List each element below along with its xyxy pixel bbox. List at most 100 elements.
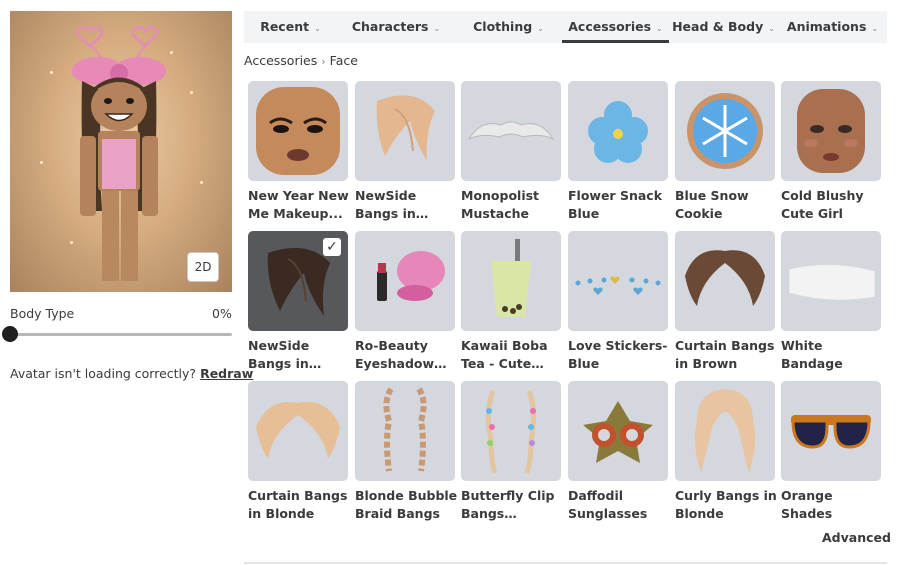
item-card[interactable]: Blonde Bubble Braid Bangs — [355, 381, 458, 526]
heart-stickers-icon — [575, 276, 661, 295]
tab-label: Animations — [786, 19, 867, 34]
item-thumbnail — [781, 231, 881, 331]
chevron-down-icon: ⌄ — [871, 24, 879, 33]
eyeshadow-icon — [377, 251, 445, 301]
tab-label: Clothing — [473, 19, 533, 34]
avatar-loading-message: Avatar isn't loading correctly? Redraw — [10, 366, 253, 381]
breadcrumb-current: Face — [329, 53, 358, 68]
view-2d-toggle-button[interactable]: 2D — [187, 252, 219, 282]
item-name: Curly Bangs in Blonde — [675, 488, 777, 521]
item-name: Curtain Bangs in Blonde — [248, 488, 348, 521]
tab-animations[interactable]: Animations ⌄ — [778, 11, 887, 43]
item-card[interactable]: Kawaii Boba Tea - Cute Green... — [461, 231, 562, 376]
item-thumbnail — [248, 381, 348, 481]
bandage-icon — [788, 264, 876, 301]
body-type-label: Body Type — [10, 306, 75, 321]
item-card[interactable]: Flower Snack Blue — [568, 81, 669, 226]
item-card[interactable]: Butterfly Clip Bangs [Blonde] — [461, 381, 562, 526]
item-thumbnail — [568, 231, 668, 331]
item-card[interactable]: NewSide Bangs in Blonde — [355, 81, 456, 226]
item-name: White Bandage — [781, 338, 843, 371]
item-name: Flower Snack Blue — [568, 188, 663, 221]
breadcrumb: Accessories › Face — [244, 53, 358, 68]
item-name: NewSide Bangs in Brown — [248, 338, 310, 371]
item-name: Monopolist Mustache — [461, 188, 540, 221]
item-thumbnail — [675, 81, 775, 181]
body-type-slider-thumb[interactable] — [2, 326, 18, 342]
item-card[interactable]: Love Stickers-Blue — [568, 231, 669, 376]
chevron-down-icon: ⌄ — [656, 24, 663, 33]
item-card[interactable]: New Year New Me Makeup... — [248, 81, 349, 226]
item-card[interactable]: White Bandage — [781, 231, 882, 376]
orange-shades-icon — [791, 415, 871, 449]
item-name: NewSide Bangs in Blonde — [355, 188, 417, 221]
checkmark-icon: ✓ — [323, 238, 341, 256]
item-name: Love Stickers-Blue — [568, 338, 668, 371]
chevron-down-icon: ⌄ — [537, 24, 544, 33]
item-thumbnail — [568, 381, 668, 481]
makeup-face-icon — [256, 87, 340, 175]
item-thumbnail — [675, 231, 775, 331]
curtain-bangs-blonde-icon — [256, 402, 340, 459]
item-card-selected[interactable]: ✓ NewSide Bangs in Brown — [248, 231, 349, 376]
item-name: Curtain Bangs in Brown — [675, 338, 775, 371]
item-thumbnail — [355, 81, 455, 181]
item-card[interactable]: Daffodil Sunglasses — [568, 381, 669, 526]
tab-label: Recent — [260, 19, 310, 34]
item-name: Blonde Bubble Braid Bangs — [355, 488, 458, 521]
butterfly-clip-icon — [485, 390, 537, 474]
item-card[interactable]: Orange Shades — [781, 381, 882, 526]
advanced-link[interactable]: Advanced — [822, 530, 891, 545]
item-thumbnail — [355, 231, 455, 331]
body-type-value: 0% — [212, 306, 232, 321]
item-name: Butterfly Clip Bangs [Blonde] — [461, 488, 555, 521]
tab-characters[interactable]: Characters ⌄ — [337, 11, 455, 43]
chevron-down-icon: ⌄ — [314, 24, 321, 33]
item-name: New Year New Me Makeup... — [248, 188, 349, 221]
item-card[interactable]: Curtain Bangs in Blonde — [248, 381, 349, 526]
item-card[interactable]: Ro-Beauty Eyeshadow &... — [355, 231, 456, 376]
tab-recent[interactable]: Recent ⌄ — [244, 11, 337, 43]
avatar-preview[interactable]: 2D — [10, 11, 232, 292]
item-card[interactable]: Blue Snow Cookie — [675, 81, 776, 226]
item-card[interactable]: Curtain Bangs in Brown — [675, 231, 776, 376]
tab-clothing[interactable]: Clothing ⌄ — [455, 11, 562, 43]
curtain-bangs-brown-icon — [685, 250, 765, 306]
blonde-bangs-icon — [376, 95, 435, 161]
redraw-link[interactable]: Redraw — [200, 366, 253, 381]
daffodil-sunglasses-icon — [583, 401, 653, 463]
body-type-slider-track[interactable] — [10, 333, 232, 336]
item-thumbnail — [355, 381, 455, 481]
avatar-figure — [72, 25, 166, 281]
loading-question-text: Avatar isn't loading correctly? — [10, 366, 197, 381]
item-thumbnail — [461, 81, 561, 181]
tab-accessories[interactable]: Accessories ⌄ — [562, 11, 669, 43]
item-name: Orange Shades — [781, 488, 833, 521]
blue-flower-icon — [588, 101, 648, 163]
item-name: Daffodil Sunglasses — [568, 488, 648, 521]
breadcrumb-parent-link[interactable]: Accessories — [244, 53, 317, 68]
item-thumbnail — [248, 81, 348, 181]
item-name: Kawaii Boba Tea - Cute Green... — [461, 338, 548, 371]
item-thumbnail — [568, 81, 668, 181]
blushy-face-icon — [797, 89, 865, 173]
boba-tea-icon — [491, 239, 531, 317]
item-thumbnail: ✓ — [248, 231, 348, 331]
tab-label: Head & Body — [672, 19, 764, 34]
curly-bangs-icon — [694, 389, 756, 473]
bubble-braid-icon — [383, 387, 427, 472]
item-name: Cold Blushy Cute Girl — [781, 188, 864, 221]
tab-label: Accessories — [568, 19, 652, 34]
item-name: Blue Snow Cookie — [675, 188, 749, 221]
item-thumbnail — [461, 381, 561, 481]
category-tabs: Recent ⌄ Characters ⌄ Clothing ⌄ Accessorie… — [244, 11, 887, 43]
item-card[interactable]: Curly Bangs in Blonde — [675, 381, 777, 526]
tab-head-and-body[interactable]: Head & Body ⌄ — [669, 11, 778, 43]
item-thumbnail — [461, 231, 561, 331]
item-card[interactable]: Cold Blushy Cute Girl — [781, 81, 882, 226]
chevron-down-icon: ⌄ — [768, 24, 775, 33]
item-card[interactable]: Monopolist Mustache — [461, 81, 562, 226]
divider — [244, 562, 887, 564]
tab-label: Characters — [351, 19, 429, 34]
chevron-right-icon: › — [321, 55, 326, 68]
